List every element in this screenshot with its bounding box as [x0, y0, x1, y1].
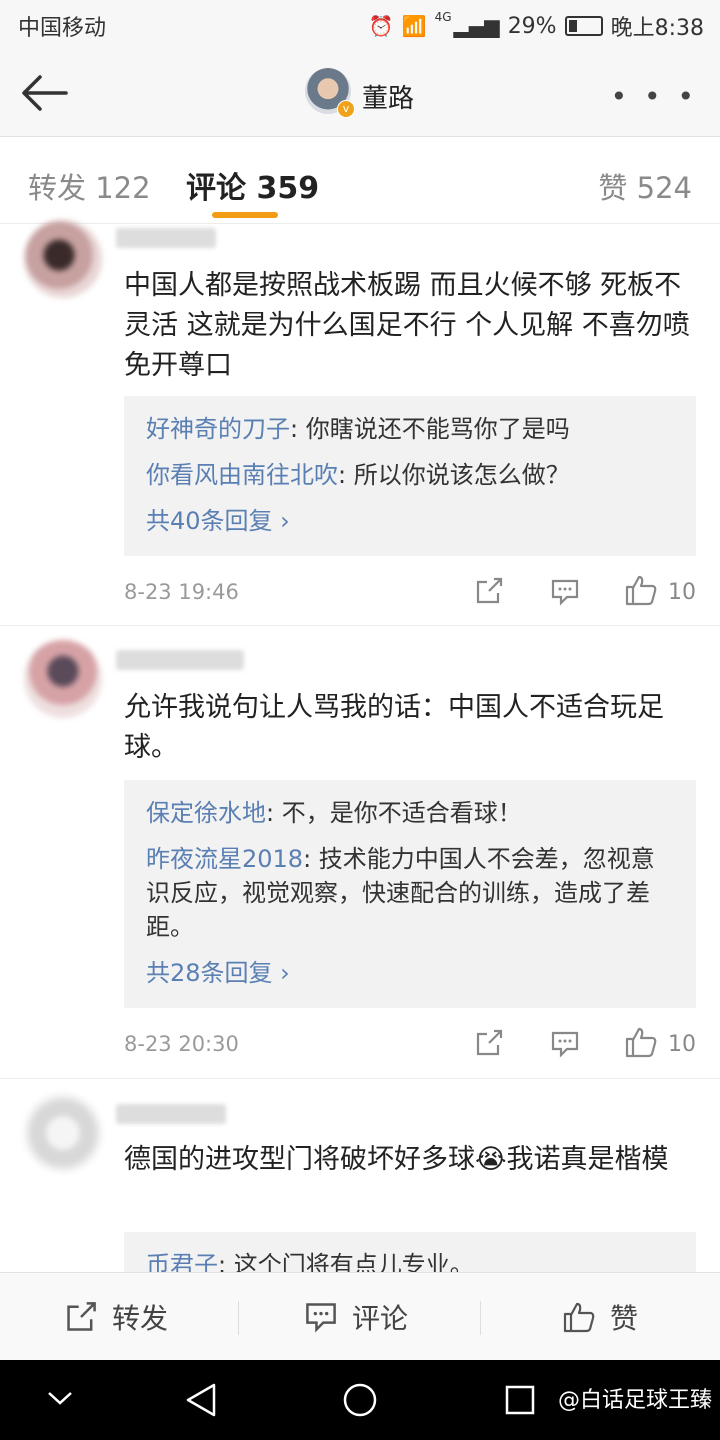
hide-keyboard-chevron-icon[interactable] [46, 1388, 74, 1408]
system-home-icon[interactable] [342, 1382, 378, 1418]
status-icons: ⏰ 📶 4G ▂▄▆ 29% 晚上8:38 [369, 10, 704, 42]
verified-badge-icon: v [337, 100, 355, 118]
battery-icon [564, 16, 603, 36]
reply-author[interactable]: 昨夜流星2018 [146, 845, 303, 873]
more-options-icon[interactable]: • • • [611, 80, 698, 113]
reply-preview-box[interactable]: 币君子: 这个门将有点儿专业。 [124, 1232, 696, 1272]
view-all-replies-link[interactable]: 共40条回复 › [146, 504, 676, 538]
comment-reply-icon[interactable] [550, 1030, 580, 1058]
signal-icon: ▂▄▆ [453, 14, 500, 38]
system-recents-icon[interactable] [504, 1384, 536, 1416]
watermark: @白话足球王臻 [557, 1388, 712, 1413]
comment-timestamp: 8-23 20:30 [124, 1032, 239, 1056]
like-thumb-icon[interactable] [624, 1026, 658, 1058]
back-arrow-icon[interactable] [18, 68, 68, 118]
commenter-avatar[interactable] [24, 220, 102, 298]
network-label: 4G [434, 10, 452, 24]
reply-author[interactable]: 币君子 [146, 1251, 218, 1272]
top-navigation-bar: v 董路 • • • [0, 50, 720, 137]
active-tab-indicator [212, 212, 278, 218]
commenter-name-blurred[interactable] [116, 228, 216, 248]
like-button[interactable]: 赞 [562, 1297, 638, 1337]
comment-text: 允许我说句让人骂我的话：中国人不适合玩足球。 [124, 692, 664, 763]
like-label: 赞 [610, 1302, 639, 1335]
reply-text: : 你瞎说还不能骂你了是吗 [290, 415, 570, 443]
comment-divider [0, 625, 720, 626]
reply-line: 你看风由南往北吹: 所以你说该怎么做？ [146, 458, 676, 492]
repost-label: 转发 [112, 1302, 169, 1335]
reply-preview-box[interactable]: 保定徐水地: 不，是你不适合看球！ 昨夜流星2018: 技术能力中国人不会差，忽… [124, 780, 696, 1008]
reply-author[interactable]: 好神奇的刀子 [146, 415, 290, 443]
clock: 晚上8:38 [610, 16, 704, 41]
page-title[interactable]: 董路 [362, 78, 414, 115]
comment-reply-icon[interactable] [550, 578, 580, 606]
share-icon[interactable] [474, 576, 504, 606]
repost-button[interactable]: 转发 [64, 1297, 168, 1337]
alarm-icon: ⏰ [368, 14, 394, 38]
like-thumb-icon[interactable] [624, 574, 658, 606]
reply-text: : 所以你说该怎么做？ [338, 461, 570, 489]
reply-text: : 这个门将有点儿专业。 [218, 1251, 474, 1272]
reply-text: : 不，是你不适合看球！ [266, 799, 522, 827]
comment-button[interactable]: 评论 [304, 1297, 408, 1337]
carrier-label: 中国移动 [18, 16, 107, 41]
reply-line: 币君子: 这个门将有点儿专业。 [146, 1248, 676, 1272]
share-icon[interactable] [474, 1028, 504, 1058]
comment-timestamp: 8-23 19:46 [124, 580, 239, 604]
reply-author[interactable]: 保定徐水地 [146, 799, 266, 827]
comment-icon [306, 1303, 336, 1333]
reply-line: 保定徐水地: 不，是你不适合看球！ [146, 796, 676, 830]
status-bar: 中国移动 ⏰ 📶 4G ▂▄▆ 29% 晚上8:38 [0, 0, 720, 50]
reply-author[interactable]: 你看风由南往北吹 [146, 461, 338, 489]
commenter-avatar[interactable] [24, 1094, 102, 1172]
action-divider [238, 1301, 239, 1335]
tab-bar: 转发 122 评论 359 赞 524 [0, 137, 720, 224]
tab-like[interactable]: 赞 524 [598, 165, 692, 207]
reply-preview-box[interactable]: 好神奇的刀子: 你瞎说还不能骂你了是吗 你看风由南往北吹: 所以你说该怎么做？ … [124, 396, 696, 556]
action-divider [480, 1301, 481, 1335]
tab-comment[interactable]: 评论 359 [186, 163, 319, 207]
battery-percent: 29% [507, 13, 557, 39]
commenter-avatar[interactable] [24, 640, 102, 718]
wifi-icon: 📶 [401, 14, 427, 38]
system-navigation-bar: @白话足球王臻 [0, 1360, 720, 1440]
bottom-action-bar: 转发 评论 赞 [0, 1272, 720, 1361]
view-all-replies-link[interactable]: 共28条回复 › [146, 956, 676, 990]
reply-line: 昨夜流星2018: 技术能力中国人不会差，忽视意识反应，视觉观察，快速配合的训练… [146, 842, 676, 944]
like-count: 10 [668, 1032, 696, 1057]
comment-divider [0, 1078, 720, 1079]
system-back-icon[interactable] [184, 1382, 218, 1418]
share-icon [67, 1302, 96, 1331]
like-thumb-icon [563, 1302, 595, 1333]
comment-text: 德国的进攻型门将破坏好多球😭我诺真是楷模 [124, 1144, 669, 1175]
comment-text: 中国人都是按照战术板踢 而且火候不够 死板不灵活 这就是为什么国足不行 个人见解… [124, 270, 690, 381]
comment-label: 评论 [352, 1302, 409, 1335]
reply-line: 好神奇的刀子: 你瞎说还不能骂你了是吗 [146, 412, 676, 446]
tab-repost[interactable]: 转发 122 [28, 165, 151, 207]
commenter-name-blurred[interactable] [116, 650, 244, 670]
commenter-name-blurred[interactable] [116, 1104, 226, 1124]
like-count: 10 [668, 580, 696, 605]
